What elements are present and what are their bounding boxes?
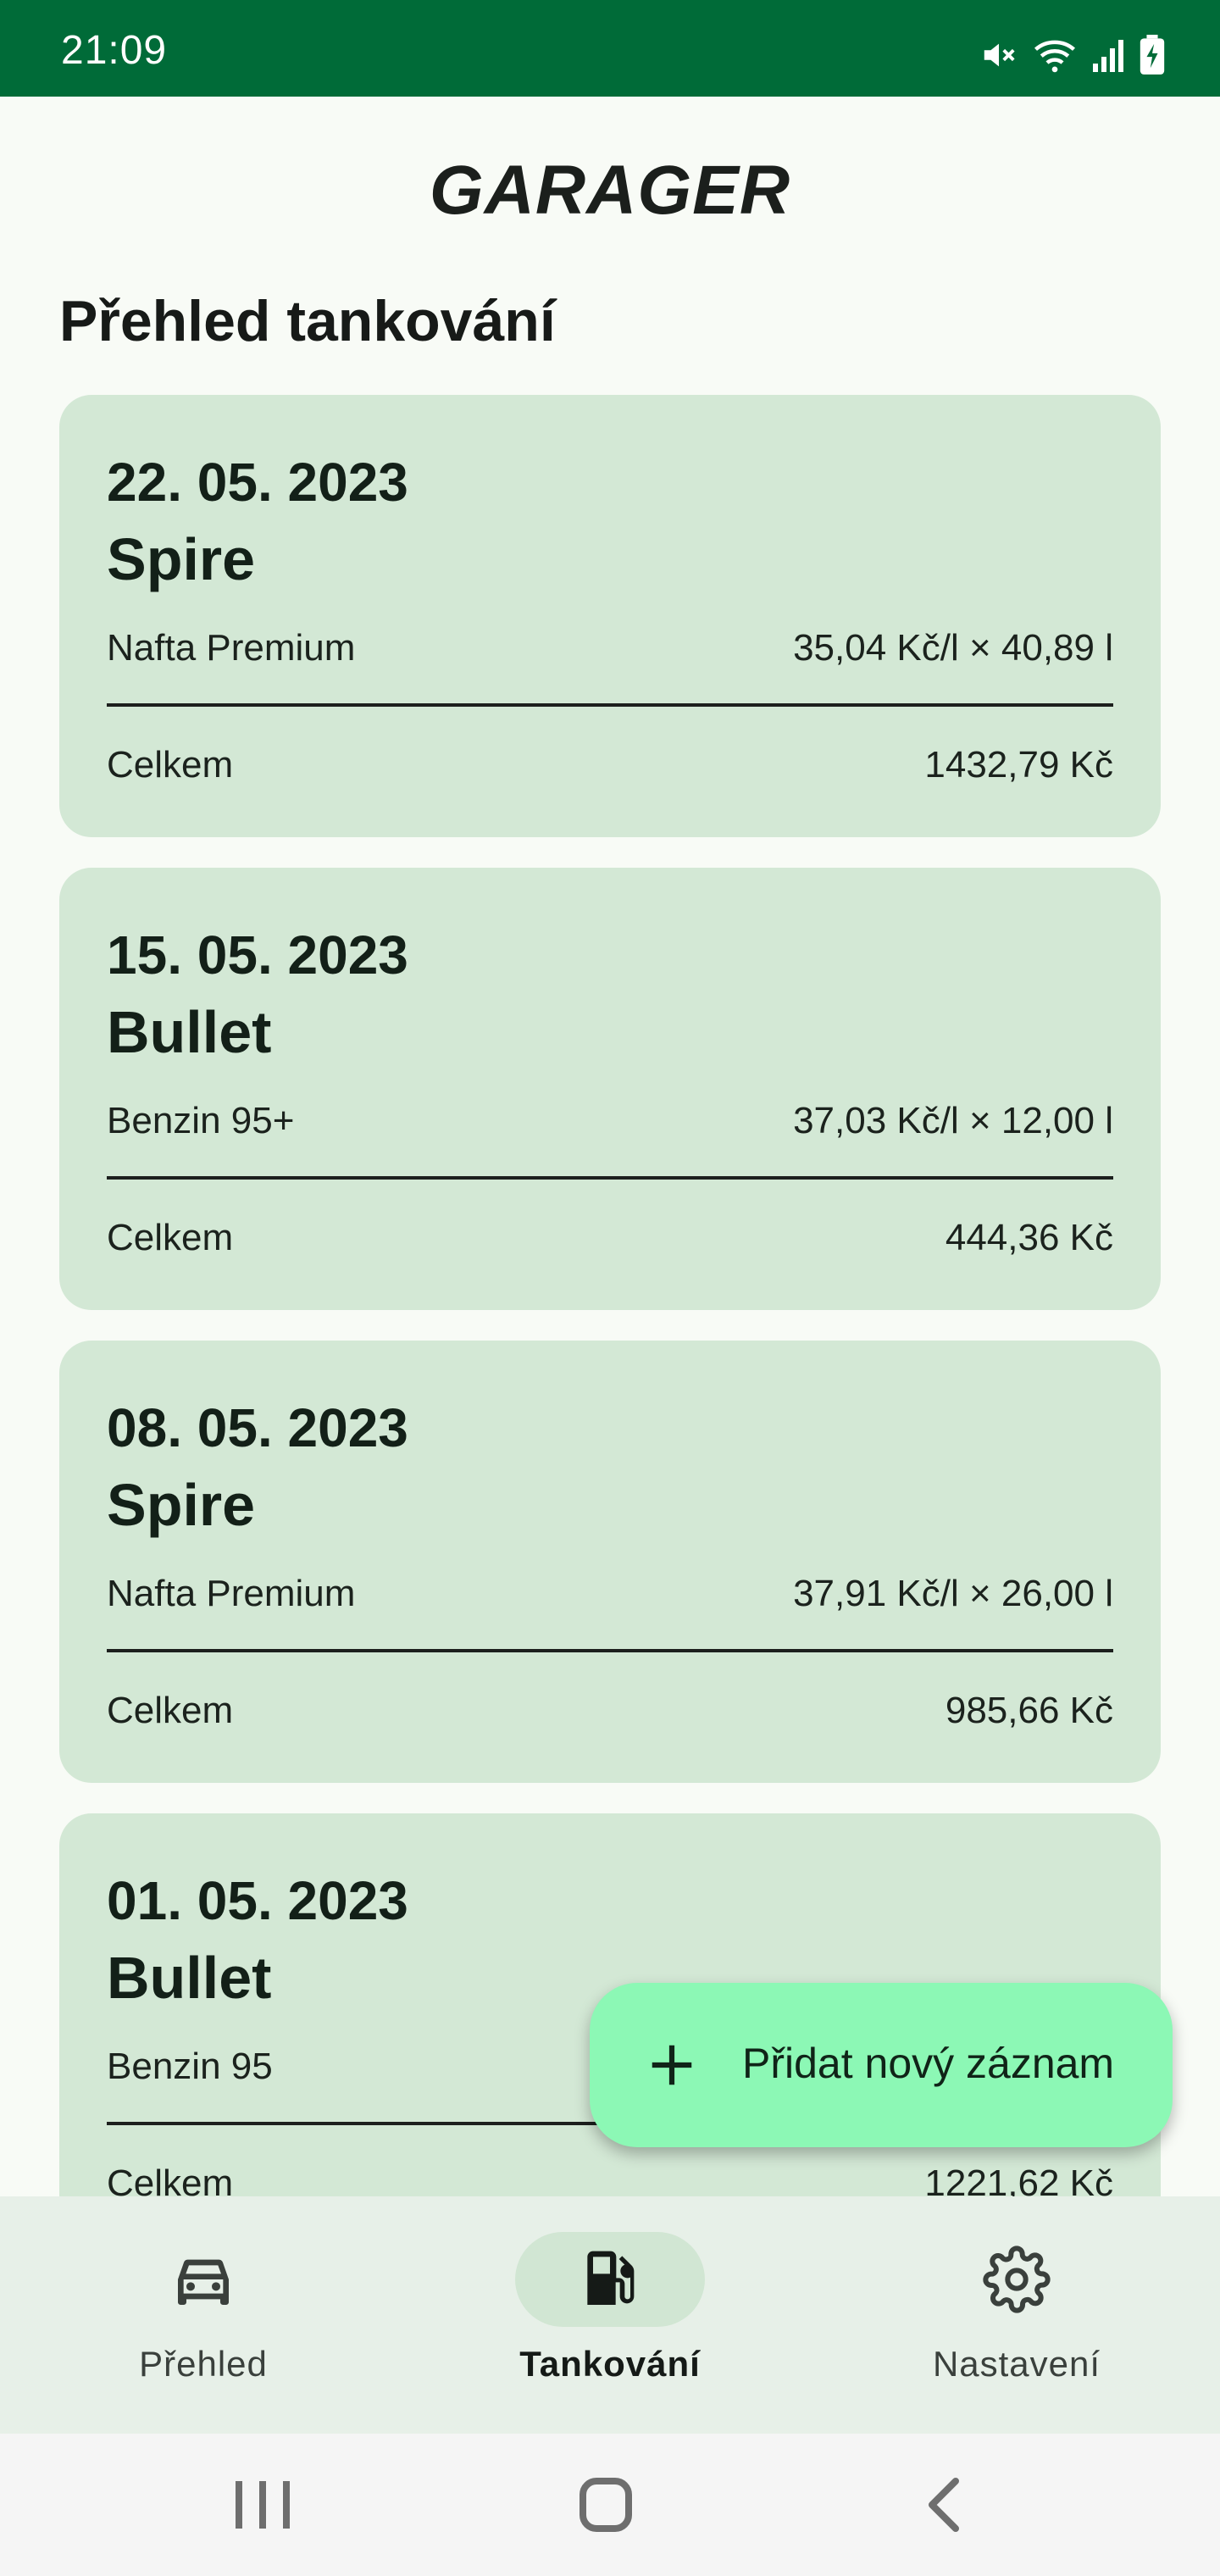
nav-item-nastaveni[interactable]: Nastavení [813,2196,1220,2434]
recent-apps-icon[interactable] [225,2471,302,2539]
card-price-calc: 35,04 Kč/l × 40,89 l [793,627,1113,669]
status-bar: 21:09 [0,0,1220,97]
refuel-list[interactable]: 22. 05. 2023 Spire Nafta Premium 35,04 K… [59,395,1161,2196]
card-vehicle: Bullet [107,1945,272,2011]
card-date: 22. 05. 2023 [107,452,408,513]
app-title: GARAGER [429,152,791,229]
refuel-card[interactable]: 22. 05. 2023 Spire Nafta Premium 35,04 K… [59,395,1161,837]
card-fuel-type: Benzin 95 [107,2046,273,2087]
card-divider [107,1649,1113,1652]
card-divider [107,703,1113,707]
status-time: 21:09 [61,28,168,73]
card-vehicle: Bullet [107,999,272,1065]
fuel-pump-icon [587,2251,635,2305]
card-date: 15. 05. 2023 [107,924,408,985]
card-total-value: 1221,62 Kč [924,2162,1113,2196]
card-date: 01. 05. 2023 [107,1870,408,1931]
card-total-value: 444,36 Kč [945,1217,1113,1258]
signal-icon [1093,40,1123,72]
add-record-button[interactable]: Přidat nový záznam [590,1983,1173,2147]
nav-label: Nastavení [932,2344,1101,2384]
bottom-navigation: Přehled Tankování Nastavení [0,2196,1220,2434]
home-icon[interactable] [568,2471,644,2539]
card-vehicle: Spire [107,526,256,592]
card-total-value: 1432,79 Kč [924,744,1113,786]
status-icons [979,34,1166,76]
card-price-calc: 37,03 Kč/l × 12,00 l [793,1100,1113,1141]
card-fuel-type: Benzin 95+ [107,1100,295,1141]
card-divider [107,1176,1113,1180]
card-total-label: Celkem [107,1690,234,1731]
battery-charging-icon [1140,35,1165,75]
card-fuel-type: Nafta Premium [107,627,356,669]
nav-label: Přehled [139,2344,268,2384]
card-total-value: 985,66 Kč [945,1690,1113,1731]
card-price-calc: 37,91 Kč/l × 26,00 l [793,1573,1113,1614]
card-total-label: Celkem [107,1217,234,1258]
card-fuel-type: Nafta Premium [107,1573,356,1614]
nav-item-tankovani[interactable]: Tankování [407,2196,813,2434]
plus-icon [652,2045,692,2085]
refuel-card[interactable]: 15. 05. 2023 Bullet Benzin 95+ 37,03 Kč/… [59,868,1161,1310]
card-total-label: Celkem [107,744,234,786]
gear-icon [983,2246,1051,2313]
card-vehicle: Spire [107,1472,256,1538]
car-icon [178,2259,229,2305]
refuel-card[interactable]: 08. 05. 2023 Spire Nafta Premium 37,91 K… [59,1341,1161,1783]
system-navigation-bar [0,2434,1220,2576]
card-total-label: Celkem [107,2162,234,2196]
page-title: Přehled tankování [59,289,556,353]
back-icon[interactable] [908,2471,984,2539]
wifi-icon [1034,40,1076,73]
nav-label: Tankování [519,2344,701,2384]
card-date: 08. 05. 2023 [107,1397,408,1458]
add-record-label: Přidat nový záznam [742,2040,1115,2087]
nav-item-prehled[interactable]: Přehled [0,2196,407,2434]
mute-icon [984,43,1015,67]
